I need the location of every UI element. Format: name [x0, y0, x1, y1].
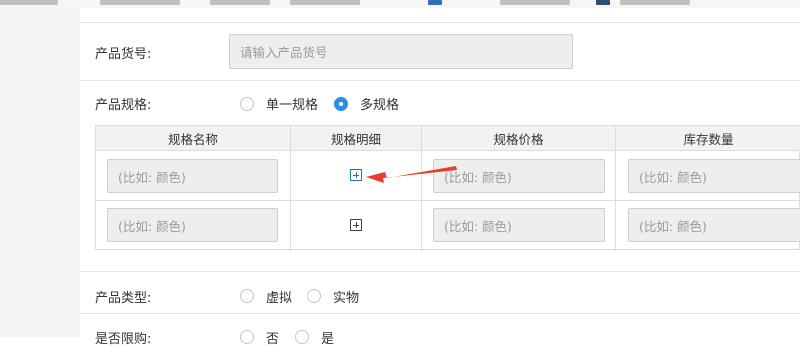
table-line [421, 150, 422, 251]
table-line [96, 200, 799, 201]
radio-single-spec-label: 单一规格 [266, 98, 319, 113]
header-spec-name: 规格名称 [96, 126, 291, 150]
radio-single-spec[interactable] [240, 97, 254, 111]
radio-physical[interactable] [307, 289, 321, 303]
purchase-limit-label: 是否限购: [95, 332, 152, 347]
left-sidebar [0, 8, 81, 337]
product-form: 产品货号: 请输入产品货号 产品规格: 单一规格 多规格 规格名称 规格明细 规… [80, 8, 800, 347]
divider [80, 313, 800, 314]
toolbar-fragment [100, 0, 180, 5]
table-line [615, 150, 616, 251]
plus-square-icon[interactable] [350, 219, 362, 231]
spec-price-input[interactable]: (比如: 颜色) [433, 208, 605, 242]
toolbar-fragment [620, 0, 690, 5]
header-stock-qty: 库存数量 [616, 126, 800, 150]
radio-virtual-label: 虚拟 [266, 291, 293, 306]
product-code-label: 产品货号: [95, 47, 152, 62]
radio-multi-spec-label: 多规格 [360, 98, 400, 113]
toolbar-fragment [290, 0, 360, 5]
product-type-label: 产品类型: [95, 291, 152, 306]
spec-name-input[interactable]: (比如: 颜色) [107, 208, 278, 242]
toolbar-fragment [428, 0, 442, 5]
header-spec-price: 规格价格 [422, 126, 616, 150]
radio-limit-no-label: 否 [266, 332, 280, 347]
toolbar-fragment [210, 0, 270, 5]
divider [80, 80, 800, 81]
plus-square-icon[interactable] [350, 169, 362, 181]
stock-qty-input[interactable]: (比如: 颜色) [628, 208, 800, 242]
radio-physical-label: 实物 [333, 291, 360, 306]
radio-limit-yes-label: 是 [321, 332, 335, 347]
toolbar-fragment [0, 0, 58, 5]
radio-multi-spec[interactable] [334, 97, 348, 111]
spec-price-input[interactable]: (比如: 颜色) [433, 159, 605, 193]
header-spec-detail: 规格明细 [291, 126, 422, 150]
table-line [290, 150, 291, 251]
spec-table: 规格名称 规格明细 规格价格 库存数量 (比如: 颜色) (比如: 颜色) (比… [95, 125, 800, 251]
radio-virtual[interactable] [240, 289, 254, 303]
product-code-input[interactable]: 请输入产品货号 [229, 34, 573, 69]
product-spec-label: 产品规格: [95, 98, 152, 113]
radio-limit-yes[interactable] [295, 330, 309, 344]
radio-limit-no[interactable] [240, 330, 254, 344]
spec-name-input[interactable]: (比如: 颜色) [107, 159, 278, 193]
stock-qty-input[interactable]: (比如: 颜色) [628, 159, 800, 193]
toolbar-fragment [596, 0, 610, 5]
table-line [96, 150, 799, 151]
toolbar-fragment [500, 0, 570, 5]
divider [80, 22, 800, 23]
divider [80, 271, 800, 272]
